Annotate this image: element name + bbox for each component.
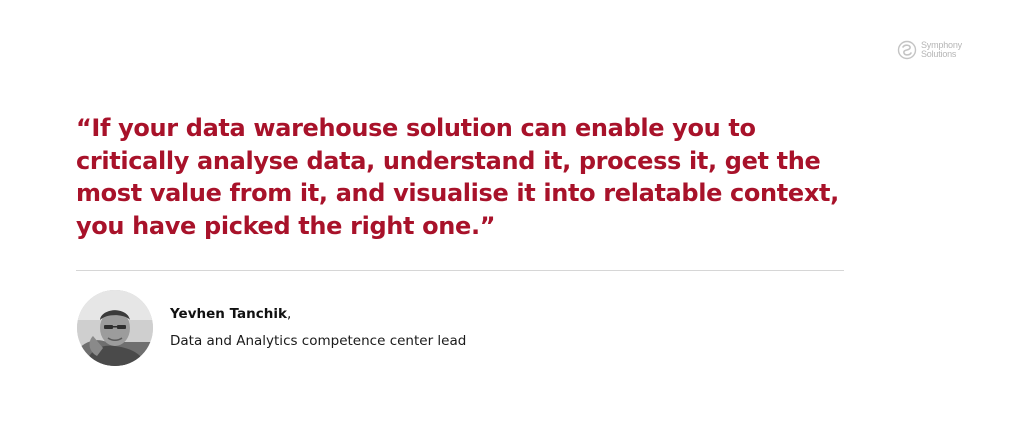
symphony-swirl-icon — [897, 40, 917, 60]
avatar-portrait — [77, 290, 153, 366]
divider — [76, 270, 844, 271]
logo-wordmark: Symphony Solutions — [921, 41, 962, 59]
author-name-line: Yevhen Tanchik, — [170, 306, 291, 322]
logo-line-2: Solutions — [921, 49, 957, 59]
author-avatar — [77, 290, 153, 366]
author-role: Data and Analytics competence center lea… — [170, 333, 467, 349]
company-logo: Symphony Solutions — [897, 40, 962, 60]
author-name-comma: , — [286, 306, 292, 322]
author-name: Yevhen Tanchik — [170, 306, 287, 322]
quote-text: “If your data warehouse solution can ena… — [76, 114, 839, 240]
